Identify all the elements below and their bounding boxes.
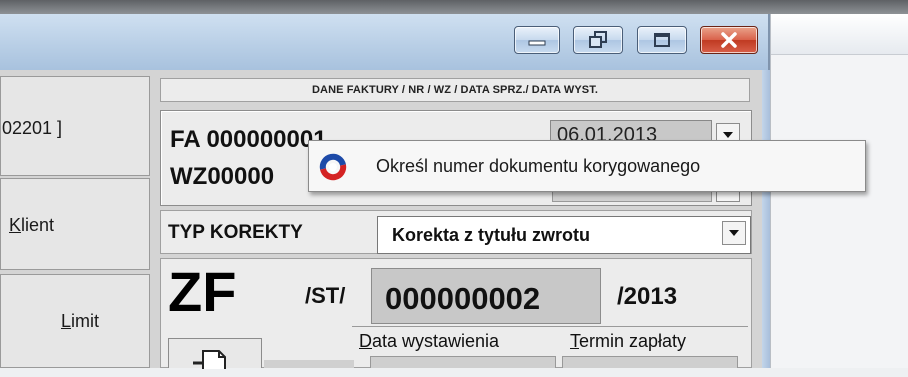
close-icon — [721, 32, 737, 48]
close-button[interactable] — [700, 26, 758, 54]
restore-icon — [589, 31, 607, 48]
wz-number: WZ00000 — [170, 163, 275, 190]
window-frame — [762, 70, 770, 368]
payment-term-input[interactable] — [562, 356, 738, 368]
document-series: /ST/ — [305, 283, 346, 308]
payment-term-label: Termin zapłaty — [570, 331, 687, 351]
client-button[interactable]: Klient — [0, 178, 150, 270]
correction-type-label: TYP KOREKTY — [168, 222, 303, 243]
tooltip-text: Określ numer dokumentu korygowanego — [376, 156, 701, 176]
document-year: /2013 — [617, 283, 678, 310]
fa-number: FA 000000001 — [170, 126, 327, 153]
top-strip — [0, 0, 908, 14]
minimize-button[interactable] — [514, 26, 560, 54]
maximize-button[interactable] — [637, 26, 687, 54]
document-icon — [193, 350, 226, 369]
divider — [352, 326, 748, 327]
restore-button[interactable] — [573, 26, 623, 54]
minimize-icon — [528, 40, 546, 46]
chevron-down-icon — [723, 132, 733, 138]
chevron-down-icon — [729, 230, 739, 236]
client-button-label: Klient — [9, 215, 55, 235]
app-logo-icon — [319, 153, 347, 181]
invoice-header-bar: DANE FAKTURY / NR / WZ / DATA SPRZ./ DAT… — [160, 78, 750, 102]
issue-date-label: Data wystawienia — [359, 331, 500, 351]
correction-type-value: Korekta z tytułu zwrotu — [392, 225, 591, 245]
limit-button-label: Limit — [61, 311, 100, 331]
maximize-icon — [654, 33, 670, 47]
correction-type-dropdown-button[interactable] — [722, 221, 746, 245]
code-text: 02201 ] — [2, 118, 63, 138]
issue-date-input[interactable] — [370, 356, 556, 368]
field-placeholder — [264, 360, 354, 368]
document-button[interactable] — [168, 338, 262, 369]
document-prefix: ZF — [168, 260, 237, 323]
limit-button[interactable]: Limit — [0, 274, 150, 368]
document-number: 000000002 — [385, 281, 541, 316]
